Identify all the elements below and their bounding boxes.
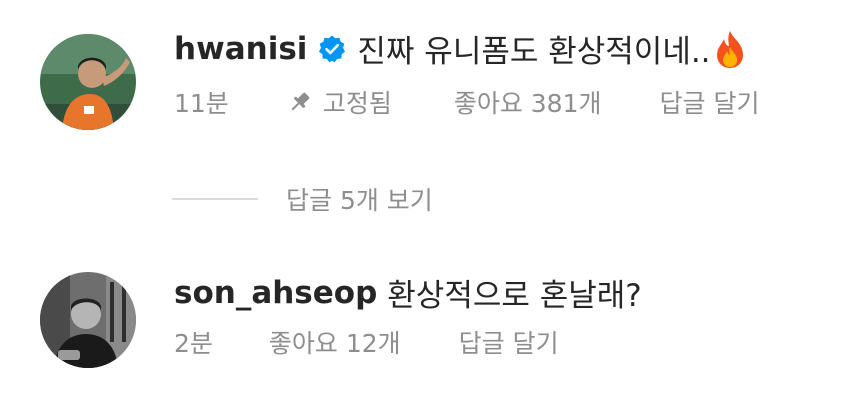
comment-item: hwanisi 진짜 유니폼도 환상적이네.. 11분 고정됨 좋아요 381개… — [0, 0, 845, 140]
pin-icon — [287, 89, 313, 115]
avatar[interactable] — [40, 272, 136, 368]
replies-divider — [172, 198, 258, 200]
verified-badge-icon — [317, 34, 347, 64]
comment-text: 진짜 유니폼도 환상적이네.. — [357, 34, 711, 70]
comment-item: son_ahseop 환상적으로 혼날래? 2분 좋아요 12개 답글 달기 — [0, 250, 845, 390]
username[interactable]: son_ahseop — [174, 275, 377, 311]
view-replies-label: 답글 5개 보기 — [286, 186, 433, 215]
comment-time: 2분 — [174, 329, 213, 358]
fire-icon — [713, 29, 747, 69]
reply-button[interactable]: 답글 달기 — [660, 84, 760, 120]
comment-time: 11분 — [174, 89, 229, 118]
comment-meta: 11분 고정됨 좋아요 381개 답글 달기 — [174, 84, 759, 120]
pinned-indicator: 고정됨 — [287, 84, 392, 120]
username[interactable]: hwanisi — [174, 31, 307, 67]
pinned-label: 고정됨 — [322, 89, 392, 118]
comment-meta: 2분 좋아요 12개 답글 달기 — [174, 324, 559, 360]
view-replies-button[interactable]: 답글 5개 보기 — [172, 181, 433, 217]
reply-button[interactable]: 답글 달기 — [459, 324, 559, 360]
like-count[interactable]: 좋아요 12개 — [269, 324, 401, 360]
comment-line: son_ahseop 환상적으로 혼날래? — [174, 270, 642, 315]
comment-text: 환상적으로 혼날래? — [387, 278, 642, 314]
like-count[interactable]: 좋아요 381개 — [454, 84, 602, 120]
comment-line: hwanisi 진짜 유니폼도 환상적이네.. — [174, 26, 747, 71]
avatar[interactable] — [40, 34, 136, 130]
avatar-photo-icon — [40, 272, 136, 368]
avatar-photo-icon — [40, 34, 136, 130]
